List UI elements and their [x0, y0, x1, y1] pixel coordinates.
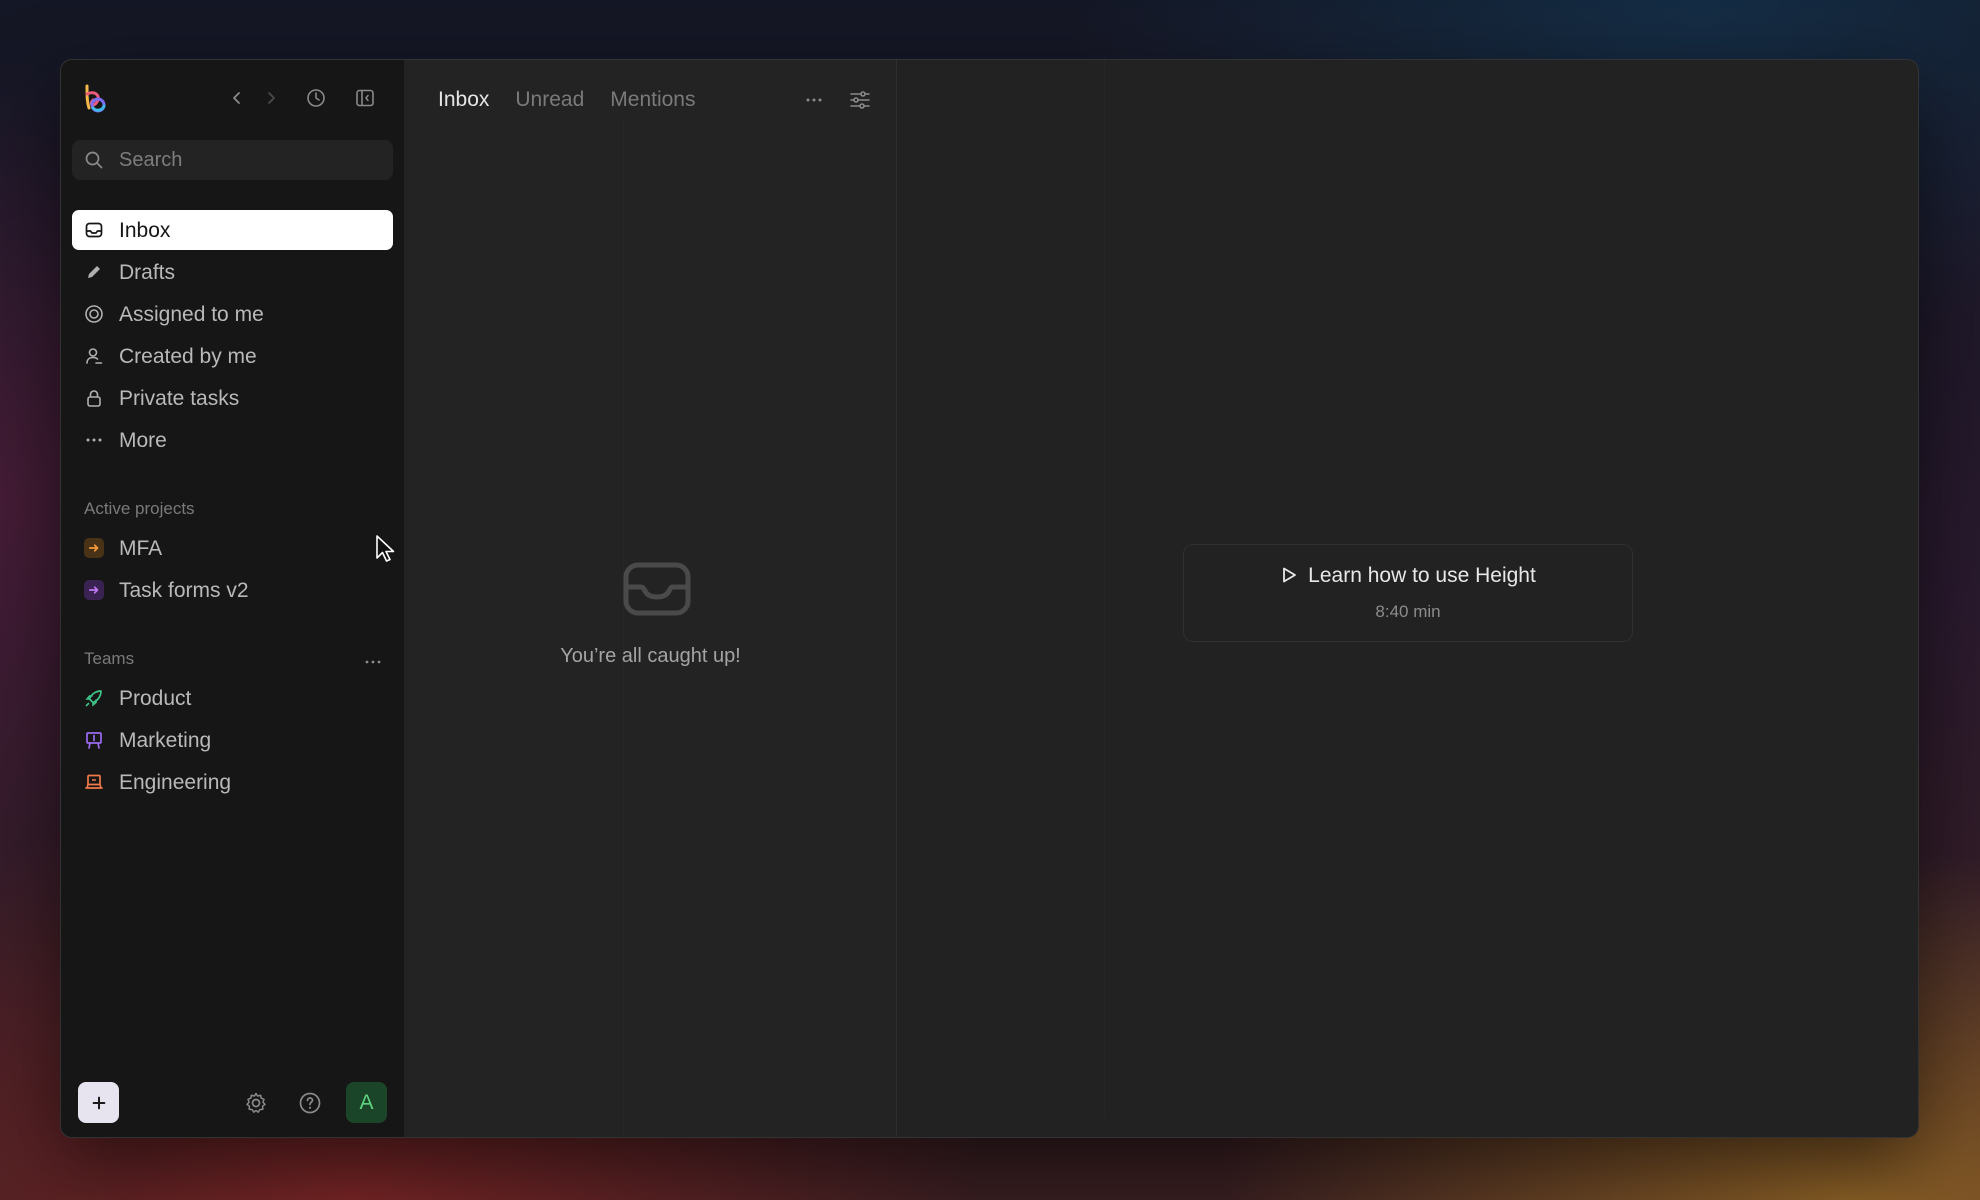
- search-box[interactable]: [72, 140, 393, 180]
- sidebar-item-drafts[interactable]: Drafts: [72, 252, 393, 292]
- inbox-list-panel: Inbox Unread Mentions You’re all caught …: [404, 60, 897, 1137]
- sidebar-footer: A: [61, 1067, 404, 1137]
- sidebar-item-label: Assigned to me: [119, 303, 264, 326]
- gear-icon[interactable]: [244, 1091, 268, 1115]
- learn-video-label: Learn how to use Height: [1308, 564, 1536, 587]
- history-clock-icon[interactable]: [305, 87, 327, 109]
- laptop-icon: [84, 772, 104, 792]
- sidebar-item-label: Marketing: [119, 729, 212, 752]
- empty-state-message: You’re all caught up!: [560, 645, 741, 667]
- easel-icon: [84, 730, 104, 750]
- mouse-cursor-icon: [376, 535, 395, 562]
- user-icon: [84, 346, 104, 366]
- sidebar-item-team-engineering[interactable]: Engineering: [72, 762, 393, 802]
- sidebar-item-team-product[interactable]: Product: [72, 678, 393, 718]
- detail-panel: Learn how to use Height 8:40 min: [898, 60, 1918, 1137]
- user-avatar[interactable]: A: [346, 1082, 387, 1123]
- search-input[interactable]: [119, 140, 379, 180]
- inbox-icon: [84, 220, 104, 240]
- pencil-icon: [84, 262, 104, 282]
- play-icon: [1283, 567, 1297, 583]
- sidebar-item-label: Inbox: [119, 219, 171, 242]
- active-projects-heading: Active projects: [84, 499, 195, 518]
- sidebar-item-label: Product: [119, 687, 192, 710]
- empty-inbox-icon: [623, 562, 691, 616]
- app-window: Inbox Drafts Assigned to me Created by m…: [60, 59, 1919, 1138]
- tab-unread[interactable]: Unread: [515, 88, 584, 112]
- panel-guide-line: [623, 120, 624, 1137]
- more-options-icon[interactable]: [802, 88, 826, 112]
- avatar-initial: A: [359, 1090, 374, 1114]
- search-icon: [85, 151, 103, 169]
- back-arrow-icon[interactable]: [226, 87, 248, 109]
- sidebar-item-inbox[interactable]: Inbox: [72, 210, 393, 250]
- teams-more-icon[interactable]: [363, 652, 383, 672]
- projects-list: MFA Task forms v2: [72, 528, 393, 612]
- project-arrow-icon: [84, 580, 104, 600]
- sidebar-item-label: MFA: [119, 537, 163, 560]
- learn-video-card[interactable]: Learn how to use Height 8:40 min: [1183, 544, 1633, 642]
- project-arrow-icon: [84, 538, 104, 558]
- inbox-tabs: Inbox Unread Mentions: [438, 88, 721, 112]
- teams-heading: Teams: [84, 649, 135, 668]
- sidebar-nav: Inbox Drafts Assigned to me Created by m…: [72, 210, 393, 462]
- collapse-sidebar-icon[interactable]: [354, 87, 376, 109]
- ellipsis-icon: [84, 430, 104, 450]
- sidebar-item-label: More: [119, 429, 167, 452]
- filter-settings-icon[interactable]: [848, 88, 872, 112]
- sidebar-item-project-mfa[interactable]: MFA: [72, 528, 393, 568]
- forward-arrow-icon[interactable]: [260, 87, 282, 109]
- rocket-icon: [84, 688, 104, 708]
- sidebar-item-team-marketing[interactable]: Marketing: [72, 720, 393, 760]
- help-icon[interactable]: [298, 1091, 322, 1115]
- sidebar-item-private-tasks[interactable]: Private tasks: [72, 378, 393, 418]
- sidebar-item-label: Task forms v2: [119, 579, 249, 602]
- plus-icon: [92, 1096, 105, 1109]
- create-task-button[interactable]: [78, 1082, 119, 1123]
- sidebar-item-label: Created by me: [119, 345, 257, 368]
- sidebar-item-more[interactable]: More: [72, 420, 393, 460]
- sidebar-item-assigned-to-me[interactable]: Assigned to me: [72, 294, 393, 334]
- height-logo-icon[interactable]: [81, 82, 109, 114]
- tab-inbox[interactable]: Inbox: [438, 88, 489, 112]
- tab-mentions[interactable]: Mentions: [610, 88, 695, 112]
- detail-guide-line: [1104, 60, 1105, 1117]
- sidebar-item-label: Private tasks: [119, 387, 240, 410]
- sidebar-item-label: Drafts: [119, 261, 176, 284]
- target-icon: [84, 304, 104, 324]
- learn-video-title: Learn how to use Height: [1184, 564, 1632, 588]
- learn-video-duration: 8:40 min: [1375, 602, 1441, 621]
- sidebar-item-label: Engineering: [119, 771, 232, 794]
- teams-list: Product Marketing Engineering: [72, 678, 393, 804]
- lock-icon: [84, 388, 104, 408]
- sidebar-item-created-by-me[interactable]: Created by me: [72, 336, 393, 376]
- sidebar-item-project-task-forms-v2[interactable]: Task forms v2: [72, 570, 393, 610]
- sidebar: Inbox Drafts Assigned to me Created by m…: [61, 60, 404, 1137]
